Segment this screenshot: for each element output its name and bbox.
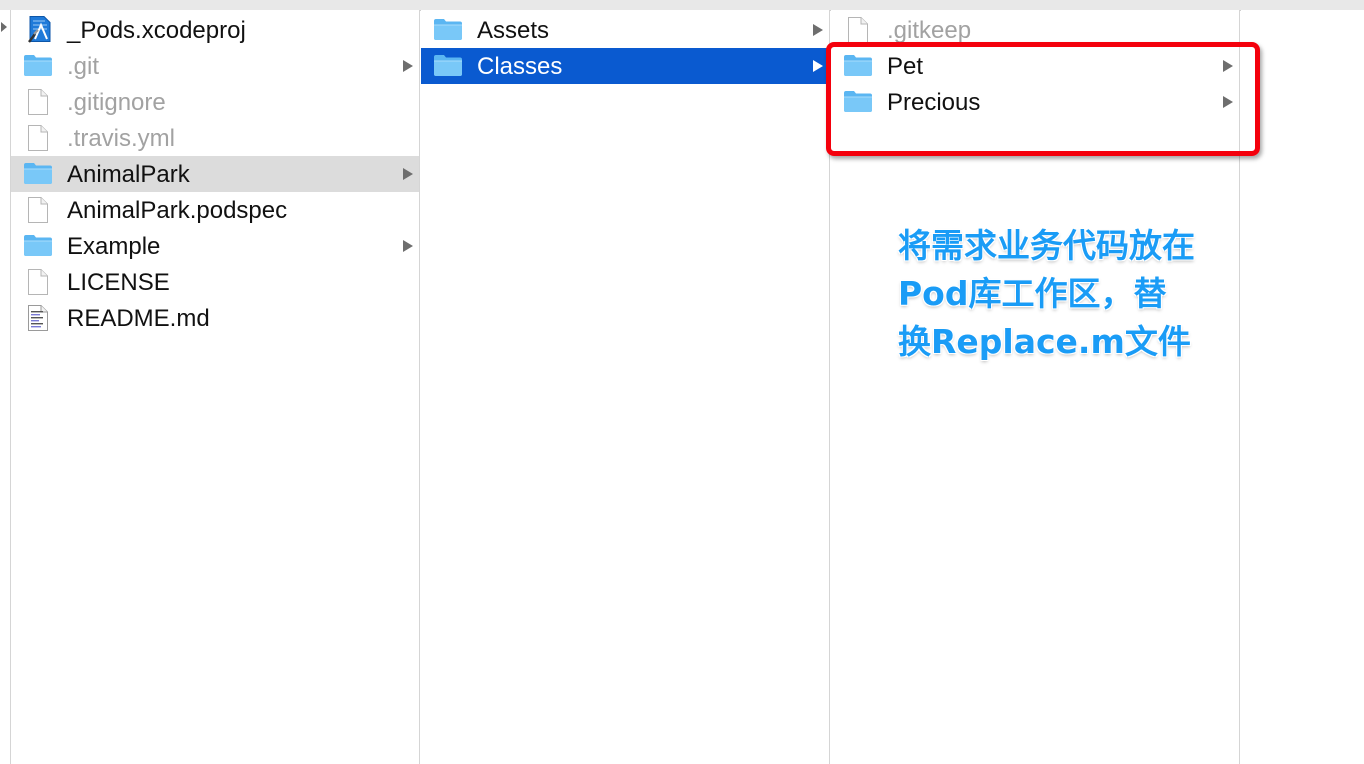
disclosure-arrow-icon (403, 60, 413, 72)
list-item-assets[interactable]: Assets (421, 12, 829, 48)
item-label: .gitkeep (887, 17, 972, 44)
item-label: README.md (67, 305, 210, 332)
disclosure-arrow-icon (403, 240, 413, 252)
folder-icon (23, 233, 53, 257)
list-item-animalpark-podspec[interactable]: AnimalPark.podspec (11, 192, 419, 228)
text-document-icon (27, 304, 49, 332)
item-label: .travis.yml (67, 125, 175, 152)
item-label: Assets (477, 17, 550, 44)
disclosure-arrow-icon (1, 22, 7, 32)
list-item-example[interactable]: Example (11, 228, 419, 264)
finder-column-1[interactable]: _Pods.xcodeproj .git .gitignore .travis.yml… (11, 10, 420, 764)
item-label: Example (67, 233, 161, 260)
item-label: AnimalPark (67, 161, 190, 188)
annotation-text: 将需求业务代码放在Pod库工作区，替换Replace.m文件 (898, 226, 1195, 361)
disclosure-arrow-icon (403, 168, 413, 180)
list-item-license[interactable]: LICENSE (11, 264, 419, 300)
list-item-travis-yml[interactable]: .travis.yml (11, 120, 419, 156)
document-icon (27, 268, 49, 296)
list-item-pods-xcodeproj[interactable]: _Pods.xcodeproj (11, 12, 419, 48)
xcodeproj-icon (27, 15, 53, 43)
list-item-git[interactable]: .git (11, 48, 419, 84)
highlight-box (826, 42, 1260, 156)
item-label: Classes (477, 53, 563, 80)
list-item-animalpark[interactable]: AnimalPark (11, 156, 419, 192)
folder-icon (433, 17, 463, 41)
item-label: _Pods.xcodeproj (67, 17, 246, 44)
item-label: LICENSE (67, 269, 170, 296)
document-icon (27, 196, 49, 224)
disclosure-arrow-icon (813, 60, 823, 72)
folder-icon (433, 53, 463, 77)
item-label: .git (67, 53, 100, 80)
document-icon (27, 88, 49, 116)
document-icon (27, 124, 49, 152)
folder-icon (23, 53, 53, 77)
folder-icon (23, 161, 53, 185)
list-item-readme-md[interactable]: README.md (11, 300, 419, 336)
previous-column-edge[interactable] (0, 10, 11, 764)
list-item-gitignore[interactable]: .gitignore (11, 84, 419, 120)
item-label: AnimalPark.podspec (67, 197, 288, 224)
disclosure-arrow-icon (813, 24, 823, 36)
list-item-classes[interactable]: Classes (421, 48, 829, 84)
item-label: .gitignore (67, 89, 166, 116)
finder-column-2[interactable]: Assets Classes (421, 10, 830, 764)
document-icon (847, 16, 869, 44)
